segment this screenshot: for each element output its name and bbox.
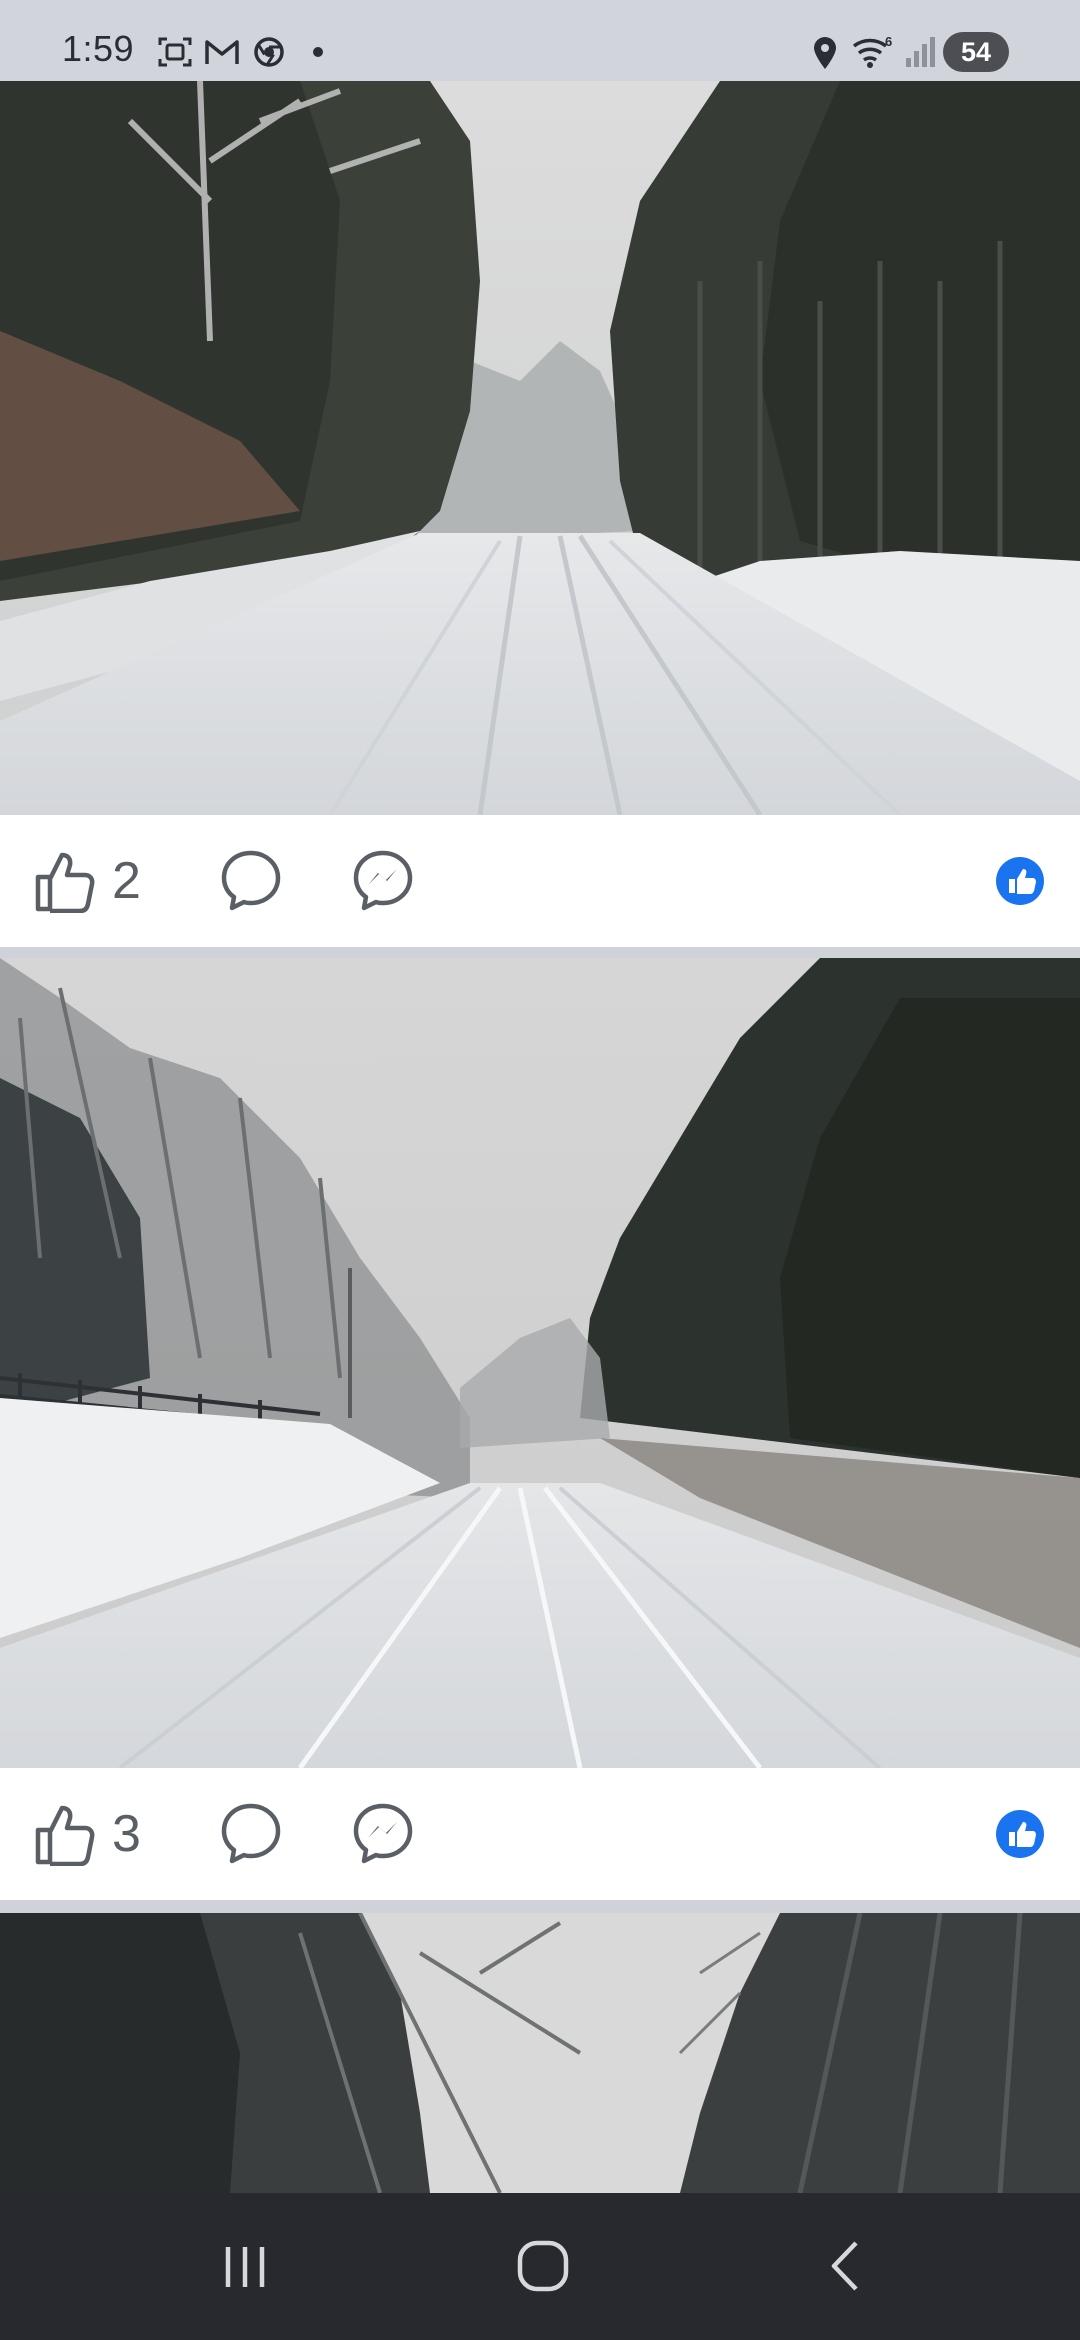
post-photo-1[interactable] [0,81,1080,815]
like-reaction-badge [996,1810,1044,1858]
status-bar: 1:59 6 54 [0,0,1080,81]
like-icon[interactable] [34,849,96,913]
home-button[interactable] [516,2239,570,2293]
post-photo-3[interactable] [0,1913,1080,2193]
battery-icon: 54 [943,32,1009,72]
svg-text:6: 6 [885,34,892,49]
like-reaction-badge [996,857,1044,905]
notification-dot-icon [313,47,323,57]
like-count: 2 [112,852,141,910]
thumbs-up-icon [1009,869,1036,894]
location-icon [814,37,836,69]
screenshot-icon [158,37,192,67]
snowy-road-image-1 [0,81,1080,815]
thumbs-up-icon [1009,1822,1036,1847]
messenger-icon[interactable] [352,1802,414,1864]
back-button[interactable] [820,2239,874,2293]
post-actions-1: 2 [0,815,1080,947]
messenger-icon[interactable] [352,849,414,911]
navigation-bar [0,2193,1080,2340]
wifi-6-icon: 6 [852,34,892,68]
snowy-road-image-2 [0,958,1080,1768]
comment-icon[interactable] [220,849,282,911]
post-actions-2: 3 [0,1768,1080,1900]
like-icon[interactable] [34,1802,96,1866]
snowy-trees-image-3 [0,1913,1080,2193]
status-time: 1:59 [62,28,135,69]
gmail-icon [205,40,239,64]
comment-icon[interactable] [220,1802,282,1864]
signal-icon [906,37,935,67]
chrome-icon [254,37,284,67]
post-photo-2[interactable] [0,958,1080,1768]
like-count: 3 [112,1805,141,1863]
recent-apps-button[interactable] [218,2239,272,2293]
